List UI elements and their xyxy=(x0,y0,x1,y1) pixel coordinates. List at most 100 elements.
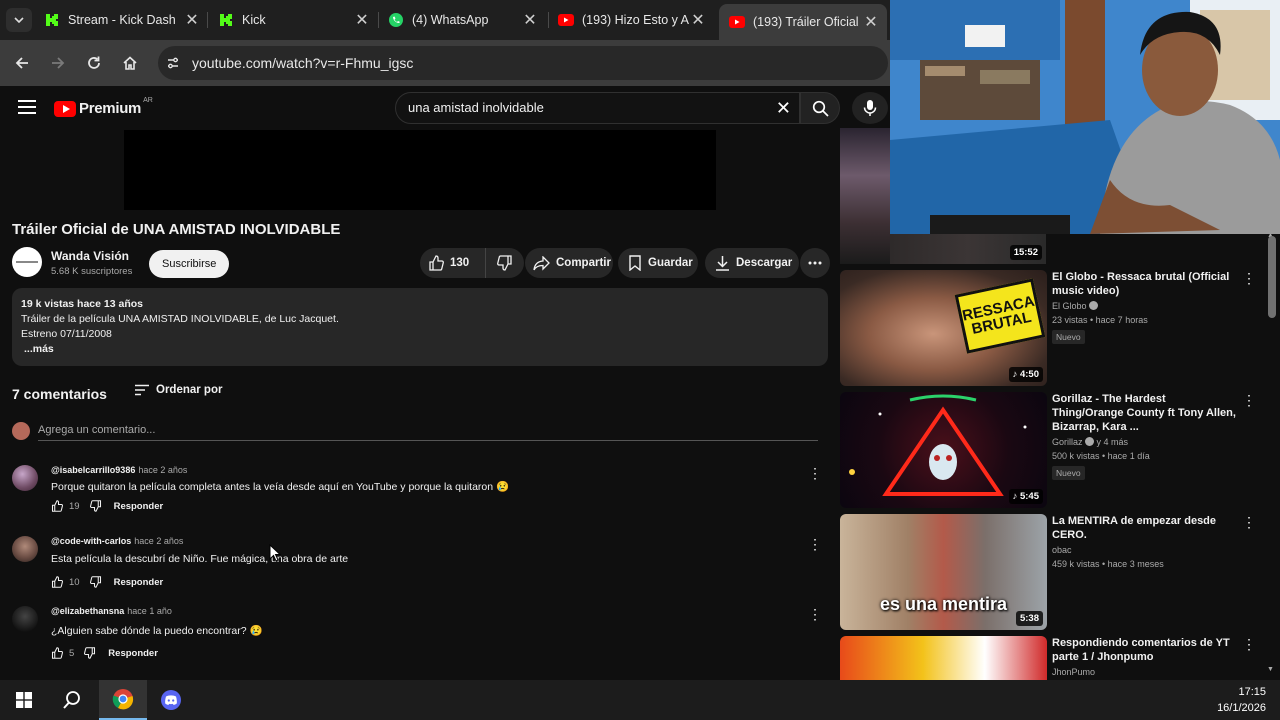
sort-button[interactable]: Ordenar por xyxy=(134,384,222,396)
video-title[interactable]: Gorillaz - The Hardest Thing/Orange Coun… xyxy=(1052,392,1240,434)
share-label: Compartir xyxy=(556,257,611,269)
comment-time[interactable]: hace 2 años xyxy=(134,536,183,546)
close-icon[interactable]: ✕ xyxy=(863,12,879,32)
thumbnail-text: RESSACA BRUTAL xyxy=(954,278,1046,354)
recommended-video[interactable]: RESSACA BRUTAL ♪ 4:50 El Globo - Ressaca… xyxy=(840,270,1260,388)
scrollbar-thumb[interactable] xyxy=(1268,236,1276,318)
comment-author[interactable]: @code-with-carlos xyxy=(51,536,131,546)
close-icon[interactable]: ✕ xyxy=(354,10,370,30)
video-title[interactable]: El Globo - Ressaca brutal (Official musi… xyxy=(1052,270,1240,298)
kick-icon xyxy=(44,12,60,28)
tab-youtube-trailer[interactable]: (193) Tráiler Oficial ✕ xyxy=(719,4,887,40)
reload-button[interactable] xyxy=(83,52,105,74)
share-button[interactable]: Compartir xyxy=(525,248,613,278)
tab-youtube-hizo-esto[interactable]: (193) Hizo Esto y A ✕ xyxy=(558,0,706,40)
taskbar-chrome[interactable] xyxy=(99,680,147,720)
more-vertical-icon[interactable]: ⋮ xyxy=(808,606,822,623)
video-title[interactable]: Respondiendo comentarios de YT parte 1 /… xyxy=(1052,636,1240,664)
comment-time[interactable]: hace 2 años xyxy=(138,465,187,475)
whatsapp-icon xyxy=(388,12,404,28)
dislike-button[interactable] xyxy=(486,255,524,271)
more-vertical-icon[interactable]: ⋮ xyxy=(1242,636,1256,653)
reply-button[interactable]: Responder xyxy=(114,577,164,588)
commenter-avatar[interactable] xyxy=(12,536,38,562)
thumbs-up-icon[interactable] xyxy=(51,500,63,512)
description-box[interactable]: 19 k vistas hace 13 años Tráiler de la p… xyxy=(12,288,828,366)
like-count: 130 xyxy=(450,257,470,269)
thumbs-down-icon[interactable] xyxy=(84,647,96,659)
channel-name[interactable]: El Globo xyxy=(1052,301,1240,311)
thumbs-up-icon[interactable] xyxy=(51,647,63,659)
channel-name[interactable]: obac xyxy=(1052,545,1240,555)
commenter-avatar[interactable] xyxy=(12,606,38,632)
save-button[interactable]: Guardar xyxy=(618,248,698,278)
comment-count: 7 comentarios xyxy=(12,386,107,402)
video-player[interactable] xyxy=(124,130,716,210)
youtube-premium-logo[interactable]: Premium AR xyxy=(54,97,153,117)
channel-name[interactable]: JhonPumo xyxy=(1052,667,1240,677)
voice-search-button[interactable] xyxy=(852,92,888,124)
video-title[interactable]: La MENTIRA de empezar desde CERO. xyxy=(1052,514,1240,542)
thumbs-down-icon[interactable] xyxy=(89,576,102,588)
channel-name[interactable]: Gorillaz y 4 más xyxy=(1052,437,1240,447)
taskbar-search-button[interactable] xyxy=(48,680,96,720)
recommended-video[interactable]: ♪ 5:45 Gorillaz - The Hardest Thing/Oran… xyxy=(840,392,1260,510)
back-button[interactable] xyxy=(11,52,33,74)
close-icon[interactable]: ✕ xyxy=(522,10,538,30)
like-button[interactable]: 130 xyxy=(420,248,486,278)
site-info-icon[interactable] xyxy=(166,56,180,70)
more-vertical-icon[interactable]: ⋮ xyxy=(808,536,822,553)
duration-badge: ♪ 4:50 xyxy=(1008,367,1043,382)
address-bar[interactable]: youtube.com/watch?v=r-Fhmu_igsc xyxy=(158,46,888,80)
comments-header: 7 comentarios Ordenar por xyxy=(12,384,412,406)
comment-author[interactable]: @isabelcarrillo9386 xyxy=(51,465,135,475)
tab-search-button[interactable] xyxy=(6,8,32,32)
chrome-icon xyxy=(112,689,134,710)
video-thumbnail[interactable] xyxy=(840,128,890,264)
close-icon[interactable]: ✕ xyxy=(184,10,200,30)
system-clock[interactable]: 17:15 16/1/2026 xyxy=(1217,684,1266,716)
more-vertical-icon[interactable]: ⋮ xyxy=(1242,392,1256,409)
taskbar-discord[interactable] xyxy=(147,680,195,720)
more-vertical-icon[interactable]: ⋮ xyxy=(1242,514,1256,531)
forward-button[interactable] xyxy=(47,52,69,74)
subscribe-button[interactable]: Suscribirse xyxy=(149,250,230,278)
reply-button[interactable]: Responder xyxy=(108,648,158,659)
comment: @code-with-carlos hace 2 años Esta pelícu… xyxy=(12,536,822,600)
tab-whatsapp[interactable]: (4) WhatsApp ✕ xyxy=(388,0,538,40)
start-button[interactable] xyxy=(0,680,48,720)
download-button[interactable]: Descargar xyxy=(705,248,799,278)
channel-avatar[interactable] xyxy=(12,247,42,277)
comment-author[interactable]: @elizabethansna xyxy=(51,606,124,616)
youtube-header: Premium AR ✕ xyxy=(0,86,890,130)
tab-kick-dashboard[interactable]: Stream - Kick Dash ✕ xyxy=(44,0,200,40)
more-actions-button[interactable] xyxy=(800,248,830,278)
video-info: La MENTIRA de empezar desde CERO. obac 4… xyxy=(1052,514,1240,569)
more-vertical-icon[interactable]: ⋮ xyxy=(808,465,822,482)
video-thumbnail[interactable]: 15:52 xyxy=(890,234,1046,264)
video-thumbnail[interactable]: ♪ 5:45 xyxy=(840,392,1047,508)
search-button[interactable] xyxy=(800,92,840,124)
comment-time[interactable]: hace 1 año xyxy=(127,606,172,616)
thumbs-up-icon[interactable] xyxy=(51,576,63,588)
tab-kick[interactable]: Kick ✕ xyxy=(218,0,370,40)
video-thumbnail[interactable]: es una mentira 5:38 xyxy=(840,514,1047,630)
show-more-link[interactable]: ...más xyxy=(24,342,819,357)
channel-row: Wanda Visión 5.68 K suscriptores Suscrib… xyxy=(12,247,832,279)
video-thumbnail[interactable] xyxy=(840,636,1047,680)
recommended-video[interactable]: es una mentira 5:38 La MENTIRA de empeza… xyxy=(840,514,1260,632)
recommended-video[interactable]: Respondiendo comentarios de YT parte 1 /… xyxy=(840,636,1260,680)
more-vertical-icon[interactable]: ⋮ xyxy=(1242,270,1256,287)
close-icon[interactable]: ✕ xyxy=(690,10,706,30)
reply-button[interactable]: Responder xyxy=(114,501,164,512)
video-thumbnail[interactable]: RESSACA BRUTAL ♪ 4:50 xyxy=(840,270,1047,386)
add-comment-input[interactable]: Agrega un comentario... xyxy=(38,424,155,436)
thumbs-down-icon[interactable] xyxy=(89,500,102,512)
menu-icon[interactable] xyxy=(18,100,36,114)
clear-search-icon[interactable]: ✕ xyxy=(776,98,791,119)
commenter-avatar[interactable] xyxy=(12,465,38,491)
channel-name[interactable]: Wanda Visión xyxy=(51,249,129,263)
scroll-down-arrow-icon[interactable]: ▼ xyxy=(1267,666,1274,673)
search-input[interactable] xyxy=(408,100,768,115)
home-button[interactable] xyxy=(119,52,141,74)
